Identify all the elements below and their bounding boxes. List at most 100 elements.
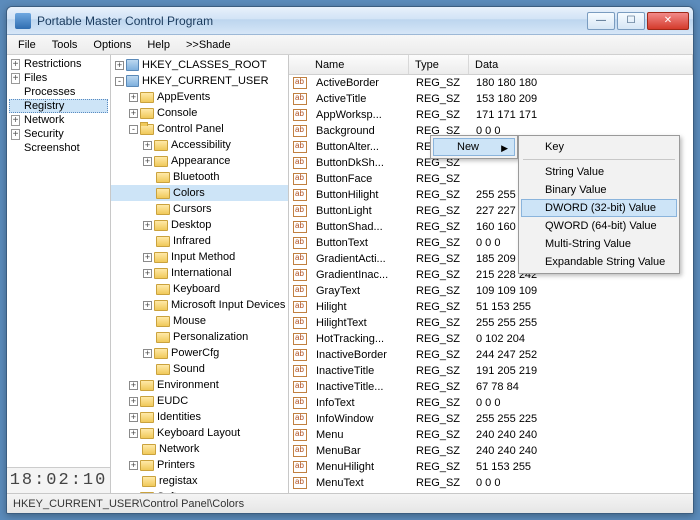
tree-node[interactable]: Sound: [111, 361, 288, 377]
category-files[interactable]: +Files: [9, 71, 108, 85]
menu-tools[interactable]: Tools: [45, 37, 85, 53]
ctx-item[interactable]: Expandable String Value: [521, 253, 677, 271]
value-row[interactable]: MenuHilightREG_SZ51 153 255: [289, 459, 693, 475]
titlebar[interactable]: Portable Master Control Program — ☐ ✕: [7, 7, 693, 35]
value-row[interactable]: InactiveBorderREG_SZ244 247 252: [289, 347, 693, 363]
ctx-new[interactable]: New ▶: [433, 138, 515, 156]
menu-help[interactable]: Help: [140, 37, 177, 53]
expand-icon[interactable]: +: [143, 141, 152, 150]
category-label: Network: [24, 114, 64, 126]
expand-icon[interactable]: +: [143, 253, 152, 262]
value-row[interactable]: AppWorksp...REG_SZ171 171 171: [289, 107, 693, 123]
expand-icon[interactable]: +: [143, 157, 152, 166]
tree-node[interactable]: +Appearance: [111, 153, 288, 169]
value-row[interactable]: MenuBarREG_SZ240 240 240: [289, 443, 693, 459]
expand-icon[interactable]: +: [143, 269, 152, 278]
col-type[interactable]: Type: [409, 55, 469, 74]
value-row[interactable]: MenuREG_SZ240 240 240: [289, 427, 693, 443]
tree-node[interactable]: Colors: [111, 185, 288, 201]
value-row[interactable]: ActiveBorderREG_SZ180 180 180: [289, 75, 693, 91]
expand-icon[interactable]: +: [129, 461, 138, 470]
category-registry[interactable]: Registry: [9, 99, 108, 113]
minimize-button[interactable]: —: [587, 12, 615, 30]
value-name: InactiveTitle: [310, 365, 410, 377]
expand-icon[interactable]: +: [129, 397, 138, 406]
value-row[interactable]: InactiveTitleREG_SZ191 205 219: [289, 363, 693, 379]
value-row[interactable]: InfoWindowREG_SZ255 255 225: [289, 411, 693, 427]
registry-tree[interactable]: +HKEY_CLASSES_ROOT-HKEY_CURRENT_USER+App…: [111, 55, 289, 493]
value-name: MenuHilight: [310, 461, 410, 473]
expand-icon[interactable]: +: [115, 61, 124, 70]
value-row[interactable]: InfoTextREG_SZ0 0 0: [289, 395, 693, 411]
value-row[interactable]: ActiveTitleREG_SZ153 180 209: [289, 91, 693, 107]
ctx-item[interactable]: QWORD (64-bit) Value: [521, 217, 677, 235]
expand-icon[interactable]: +: [11, 59, 20, 70]
ctx-item[interactable]: String Value: [521, 163, 677, 181]
category-processes[interactable]: Processes: [9, 85, 108, 99]
tree-node[interactable]: +PowerCfg: [111, 345, 288, 361]
tree-node[interactable]: Keyboard: [111, 281, 288, 297]
tree-node[interactable]: +International: [111, 265, 288, 281]
tree-node[interactable]: +Desktop: [111, 217, 288, 233]
tree-node[interactable]: +Console: [111, 105, 288, 121]
menu-options[interactable]: Options: [86, 37, 138, 53]
collapse-icon[interactable]: -: [129, 125, 138, 134]
value-row[interactable]: HilightTextREG_SZ255 255 255: [289, 315, 693, 331]
context-menu-sub[interactable]: Key String ValueBinary ValueDWORD (32-bit…: [518, 135, 680, 274]
tree-node[interactable]: +Environment: [111, 377, 288, 393]
tree-node[interactable]: Bluetooth: [111, 169, 288, 185]
expand-icon[interactable]: +: [11, 115, 20, 126]
expand-icon[interactable]: +: [143, 301, 152, 310]
category-network[interactable]: + Network: [9, 113, 108, 127]
category-security[interactable]: +Security: [9, 127, 108, 141]
tree-node[interactable]: +EUDC: [111, 393, 288, 409]
expand-icon[interactable]: +: [143, 349, 152, 358]
ctx-item[interactable]: Multi-String Value: [521, 235, 677, 253]
value-row[interactable]: HotTracking...REG_SZ0 102 204: [289, 331, 693, 347]
tree-node[interactable]: +Printers: [111, 457, 288, 473]
tree-node[interactable]: -Control Panel: [111, 121, 288, 137]
tree-node[interactable]: Infrared: [111, 233, 288, 249]
collapse-icon[interactable]: -: [115, 77, 124, 86]
tree-node[interactable]: Mouse: [111, 313, 288, 329]
value-row[interactable]: InactiveTitle...REG_SZ67 78 84: [289, 379, 693, 395]
tree-node[interactable]: -HKEY_CURRENT_USER: [111, 73, 288, 89]
expand-icon[interactable]: +: [129, 429, 138, 438]
tree-node[interactable]: registax: [111, 473, 288, 489]
tree-node[interactable]: +HKEY_CLASSES_ROOT: [111, 57, 288, 73]
tree-node[interactable]: Network: [111, 441, 288, 457]
close-button[interactable]: ✕: [647, 12, 689, 30]
tree-node[interactable]: Personalization: [111, 329, 288, 345]
col-name[interactable]: Name: [309, 55, 409, 74]
expand-icon[interactable]: +: [129, 381, 138, 390]
menu-shade[interactable]: >>Shade: [179, 37, 238, 53]
menu-file[interactable]: File: [11, 37, 43, 53]
value-row[interactable]: MenuTextREG_SZ0 0 0: [289, 475, 693, 491]
tree-node[interactable]: +AppEvents: [111, 89, 288, 105]
folder-icon: [156, 284, 170, 295]
expand-icon[interactable]: +: [129, 109, 138, 118]
expand-icon[interactable]: +: [129, 413, 138, 422]
tree-node[interactable]: +Identities: [111, 409, 288, 425]
expand-icon[interactable]: +: [129, 93, 138, 102]
value-row[interactable]: HilightREG_SZ51 153 255: [289, 299, 693, 315]
tree-node[interactable]: +Input Method: [111, 249, 288, 265]
context-menu-parent[interactable]: New ▶: [430, 135, 518, 159]
category-restrictions[interactable]: +Restrictions: [9, 57, 108, 71]
tree-node[interactable]: +Accessibility: [111, 137, 288, 153]
ctx-item[interactable]: DWORD (32-bit) Value: [521, 199, 677, 217]
tree-node[interactable]: +Keyboard Layout: [111, 425, 288, 441]
expand-icon[interactable]: +: [11, 73, 20, 84]
maximize-button[interactable]: ☐: [617, 12, 645, 30]
ctx-item[interactable]: Binary Value: [521, 181, 677, 199]
value-type: REG_SZ: [410, 205, 470, 217]
category-screenshot[interactable]: Screenshot: [9, 141, 108, 155]
col-data[interactable]: Data: [469, 55, 693, 74]
tree-node[interactable]: +Microsoft Input Devices: [111, 297, 288, 313]
expand-icon[interactable]: +: [143, 221, 152, 230]
folder-icon: [156, 364, 170, 375]
ctx-item[interactable]: Key: [521, 138, 677, 156]
value-row[interactable]: GrayTextREG_SZ109 109 109: [289, 283, 693, 299]
tree-node[interactable]: Cursors: [111, 201, 288, 217]
expand-icon[interactable]: +: [11, 129, 20, 140]
